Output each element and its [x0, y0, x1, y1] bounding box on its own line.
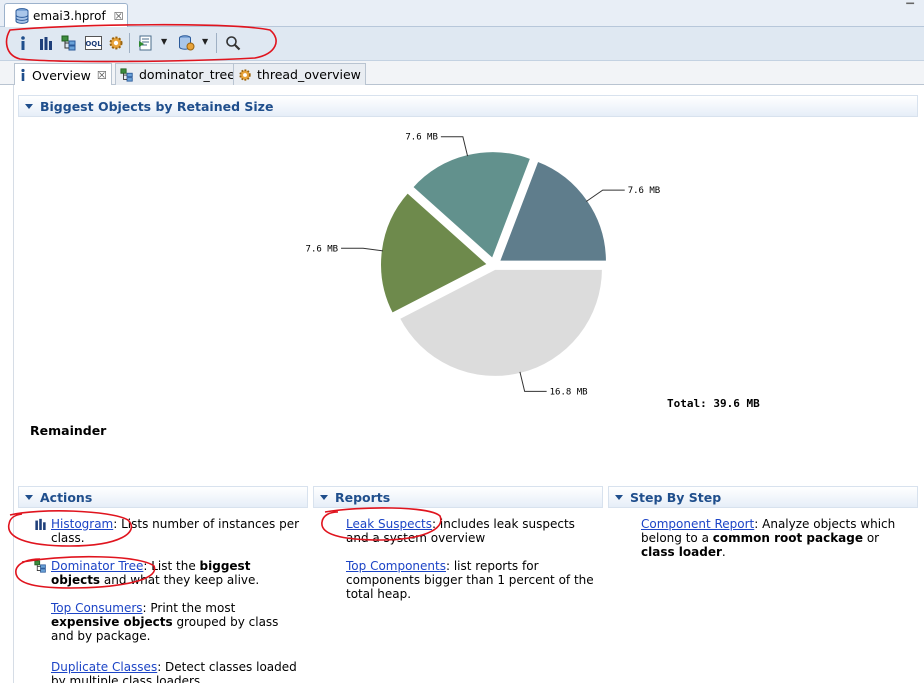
action-duplicate-classes: Duplicate Classes: Detect classes loaded…	[51, 660, 301, 683]
toolbar-separator	[129, 33, 130, 53]
actions-title: Actions	[40, 489, 93, 505]
info-icon[interactable]	[14, 34, 32, 52]
dominator-tree-icon	[34, 560, 47, 576]
dominator-tree-icon[interactable]	[60, 34, 78, 52]
tab-thread-overview[interactable]: thread_overview	[233, 63, 366, 85]
retained-size-pie-chart[interactable]: 7.6 MB 7.6 MB 7.6 MB 16.8 MB	[14, 85, 924, 485]
dominator-tree-link[interactable]: Dominator Tree	[51, 559, 143, 573]
run-report-icon[interactable]	[137, 34, 155, 52]
top-consumers-desc-pre: : Print the most	[142, 601, 236, 615]
histogram-icon	[34, 518, 47, 533]
top-consumers-link[interactable]: Top Consumers	[51, 601, 143, 615]
thread-gear-icon[interactable]	[107, 34, 125, 52]
close-icon[interactable]: ☒	[114, 10, 124, 23]
step-by-step-section-header[interactable]: Step By Step	[608, 486, 918, 508]
leak-suspects-link[interactable]: Leak Suspects	[346, 517, 432, 531]
pie-leader-line	[519, 371, 547, 392]
histogram-link[interactable]: Histogram	[51, 517, 113, 531]
tab-overview-label: Overview	[32, 67, 91, 83]
action-dominator-tree: Dominator Tree: List the biggest objects…	[34, 559, 301, 587]
heap-dump-icon	[15, 8, 29, 24]
total-label: Total: 39.6 MB	[667, 397, 760, 410]
pie-slice-label: 7.6 MB	[628, 186, 661, 196]
step-component-report: Component Report: Analyze objects which …	[641, 517, 906, 559]
tab-dominator-tree[interactable]: dominator_tree	[115, 63, 240, 85]
pie-slice-label: 16.8 MB	[550, 387, 588, 397]
toolbar-separator	[216, 33, 217, 53]
query-browser-icon[interactable]	[177, 34, 195, 52]
pie-leader-line	[341, 247, 383, 252]
maximize-icon[interactable]: ▔	[906, 4, 914, 15]
oql-text: OQL	[85, 40, 102, 48]
step-by-step-title: Step By Step	[630, 489, 722, 505]
oql-icon[interactable]: OQL	[84, 34, 102, 52]
top-consumers-desc-bold: expensive objects	[51, 615, 173, 629]
dominator-tree-desc-post: and what they keep alive.	[100, 573, 260, 587]
editor-tab-heap-dump[interactable]: emai3.hprof ☒	[4, 3, 128, 28]
tab-thread-overview-label: thread_overview	[257, 67, 361, 82]
top-components-link[interactable]: Top Components	[346, 559, 446, 573]
editor-tab-strip: emai3.hprof ☒ ▔	[0, 0, 924, 28]
actions-section-header[interactable]: Actions	[18, 486, 308, 508]
toolbar: OQL ▼ ▼	[0, 27, 924, 61]
pie-leader-line	[585, 189, 625, 202]
thread-gear-icon	[238, 68, 252, 82]
tab-overview[interactable]: Overview ☒	[14, 63, 112, 86]
collapse-triangle-icon[interactable]	[320, 494, 328, 500]
component-report-link[interactable]: Component Report	[641, 517, 754, 531]
component-report-desc-bold2: class loader	[641, 545, 722, 559]
pie-slice-label: 7.6 MB	[405, 133, 438, 143]
editor-tab-title: emai3.hprof	[33, 9, 106, 23]
pie-slice-label: 7.6 MB	[306, 244, 339, 254]
pie-leader-line	[440, 136, 469, 157]
action-histogram: Histogram: Lists number of instances per…	[35, 517, 301, 545]
close-icon[interactable]: ☒	[97, 69, 107, 82]
run-report-dropdown-icon[interactable]: ▼	[161, 37, 167, 46]
info-icon	[19, 68, 27, 82]
report-top-components: Top Components: list reports for compone…	[346, 559, 596, 601]
dominator-tree-icon	[120, 67, 134, 82]
action-top-consumers: Top Consumers: Print the most expensive …	[51, 601, 301, 643]
component-report-desc-bold: common root package	[712, 531, 864, 545]
component-report-desc-post: .	[721, 545, 726, 559]
remainder-label: Remainder	[30, 423, 107, 438]
query-browser-dropdown-icon[interactable]: ▼	[202, 37, 208, 46]
histogram-icon[interactable]	[37, 34, 55, 52]
tab-dominator-tree-label: dominator_tree	[139, 67, 235, 82]
overview-content: Biggest Objects by Retained Size 7.6 MB 7…	[13, 85, 924, 683]
report-leak-suspects: Leak Suspects: includes leak suspects an…	[346, 517, 596, 545]
component-report-desc-mid: or	[863, 531, 880, 545]
reports-section-header[interactable]: Reports	[313, 486, 603, 508]
reports-title: Reports	[335, 489, 391, 505]
search-icon[interactable]	[224, 34, 242, 52]
collapse-triangle-icon[interactable]	[25, 494, 33, 500]
memory-analyzer-window: emai3.hprof ☒ ▔ OQL ▼ ▼ Overview ☒ domin…	[0, 0, 924, 683]
duplicate-classes-link[interactable]: Duplicate Classes	[51, 660, 157, 674]
dominator-tree-desc-pre: : List the	[143, 559, 200, 573]
collapse-triangle-icon[interactable]	[615, 494, 623, 500]
page-tab-strip: Overview ☒ dominator_tree thread_overvie…	[0, 61, 924, 86]
